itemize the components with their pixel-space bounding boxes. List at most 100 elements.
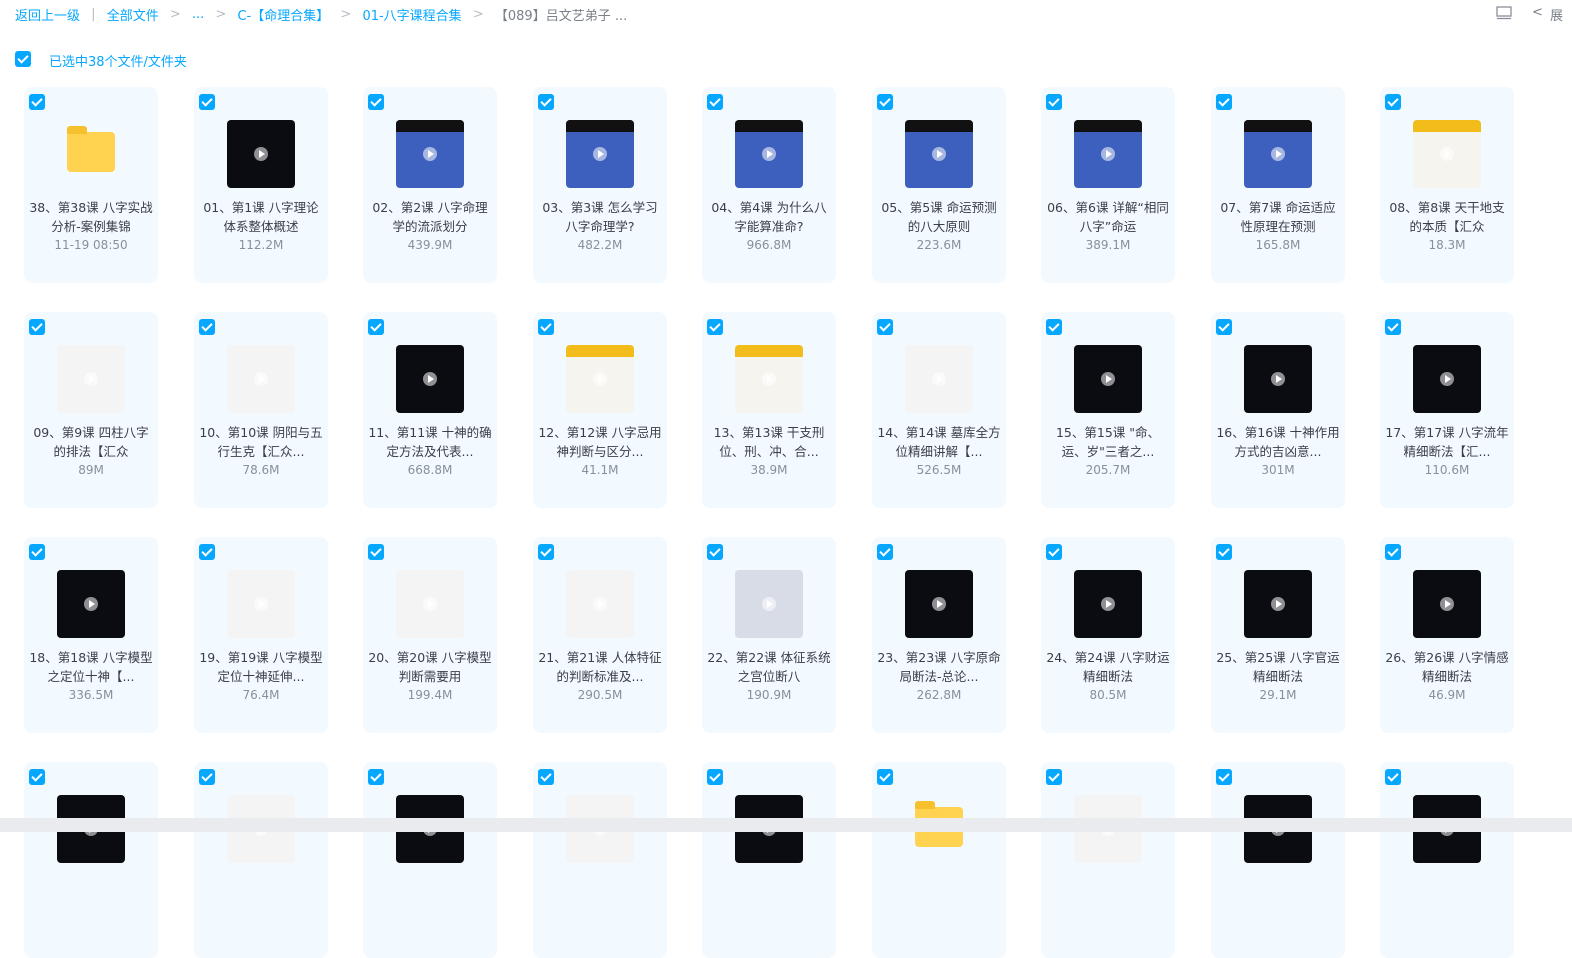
file-checkbox[interactable]	[707, 544, 723, 560]
video-thumbnail[interactable]	[905, 345, 973, 413]
file-card[interactable]: 06、第6课 详解“相同八字”命运 389.1M	[1041, 87, 1175, 283]
file-name[interactable]: 14、第14课 墓库全方位精细讲解【...	[876, 423, 1002, 461]
file-checkbox[interactable]	[707, 319, 723, 335]
file-checkbox[interactable]	[368, 769, 384, 785]
file-name[interactable]: 17、第17课 八字流年精细断法【汇...	[1384, 423, 1510, 461]
file-checkbox[interactable]	[199, 769, 215, 785]
video-thumbnail[interactable]	[1413, 570, 1481, 638]
video-thumbnail[interactable]	[1244, 120, 1312, 188]
video-thumbnail[interactable]	[1074, 345, 1142, 413]
file-card[interactable]: 12、第12课 八字忌用神判断与区分... 41.1M	[533, 312, 667, 508]
file-card[interactable]: 20、第20课 八字模型判断需要用 199.4M	[363, 537, 497, 733]
video-thumbnail[interactable]	[566, 570, 634, 638]
file-name[interactable]: 26、第26课 八字情感精细断法	[1384, 648, 1510, 686]
video-thumbnail[interactable]	[57, 345, 125, 413]
file-card[interactable]	[24, 762, 158, 958]
file-checkbox[interactable]	[1385, 94, 1401, 110]
video-thumbnail[interactable]	[1244, 570, 1312, 638]
file-card[interactable]: 08、第8课 天干地支的本质【汇众 18.3M	[1380, 87, 1514, 283]
file-card[interactable]: 22、第22课 体征系统之宫位断八 190.9M	[702, 537, 836, 733]
file-checkbox[interactable]	[368, 319, 384, 335]
video-thumbnail[interactable]	[1074, 120, 1142, 188]
video-thumbnail[interactable]	[1413, 345, 1481, 413]
file-checkbox[interactable]	[538, 94, 554, 110]
video-thumbnail[interactable]	[227, 345, 295, 413]
file-checkbox[interactable]	[199, 319, 215, 335]
video-thumbnail[interactable]	[57, 570, 125, 638]
file-name[interactable]: 22、第22课 体征系统之宫位断八	[706, 648, 832, 686]
file-checkbox[interactable]	[877, 544, 893, 560]
breadcrumb-ellipsis[interactable]: ...	[192, 7, 204, 22]
file-card[interactable]	[1380, 762, 1514, 958]
file-card[interactable]: 02、第2课 八字命理学的流派划分 439.9M	[363, 87, 497, 283]
file-card[interactable]: 04、第4课 为什么八字能算准命? 966.8M	[702, 87, 836, 283]
file-name[interactable]: 11、第11课 十神的确定方法及代表...	[367, 423, 493, 461]
file-checkbox[interactable]	[29, 769, 45, 785]
video-thumbnail[interactable]	[905, 120, 973, 188]
video-thumbnail[interactable]	[735, 570, 803, 638]
file-card[interactable]	[194, 762, 328, 958]
file-name[interactable]: 10、第10课 阴阳与五行生克【汇众...	[198, 423, 324, 461]
file-card[interactable]: 19、第19课 八字模型定位十神延伸... 76.4M	[194, 537, 328, 733]
file-card[interactable]: 26、第26课 八字情感精细断法 46.9M	[1380, 537, 1514, 733]
file-checkbox[interactable]	[1385, 544, 1401, 560]
file-card[interactable]	[533, 762, 667, 958]
video-thumbnail[interactable]	[396, 570, 464, 638]
file-card[interactable]: 25、第25课 八字官运精细断法 29.1M	[1211, 537, 1345, 733]
file-name[interactable]: 23、第23课 八字原命局断法-总论...	[876, 648, 1002, 686]
breadcrumb-level2[interactable]: 01-八字课程合集	[362, 5, 461, 24]
video-thumbnail[interactable]	[1244, 345, 1312, 413]
breadcrumb-all-files[interactable]: 全部文件	[107, 5, 159, 24]
file-checkbox[interactable]	[1046, 319, 1062, 335]
file-checkbox[interactable]	[1216, 769, 1232, 785]
file-checkbox[interactable]	[1046, 544, 1062, 560]
video-thumbnail[interactable]	[227, 120, 295, 188]
file-checkbox[interactable]	[877, 319, 893, 335]
file-checkbox[interactable]	[538, 769, 554, 785]
video-thumbnail[interactable]	[1413, 120, 1481, 188]
file-checkbox[interactable]	[1216, 544, 1232, 560]
file-card[interactable]: 07、第7课 命运适应性原理在预测 165.8M	[1211, 87, 1345, 283]
file-card[interactable]	[363, 762, 497, 958]
file-name[interactable]: 06、第6课 详解“相同八字”命运	[1045, 198, 1171, 236]
file-card[interactable]: 18、第18课 八字模型之定位十神【... 336.5M	[24, 537, 158, 733]
file-checkbox[interactable]	[368, 544, 384, 560]
expand-panel-label[interactable]: 展	[1550, 5, 1563, 24]
list-view-icon[interactable]	[1496, 6, 1512, 20]
file-checkbox[interactable]	[1046, 94, 1062, 110]
file-checkbox[interactable]	[1046, 769, 1062, 785]
file-checkbox[interactable]	[1216, 319, 1232, 335]
file-checkbox[interactable]	[707, 769, 723, 785]
file-checkbox[interactable]	[199, 544, 215, 560]
file-checkbox[interactable]	[707, 94, 723, 110]
file-card[interactable]: 17、第17课 八字流年精细断法【汇... 110.6M	[1380, 312, 1514, 508]
file-name[interactable]: 02、第2课 八字命理学的流派划分	[367, 198, 493, 236]
video-thumbnail[interactable]	[735, 120, 803, 188]
file-checkbox[interactable]	[877, 94, 893, 110]
video-thumbnail[interactable]	[905, 570, 973, 638]
file-checkbox[interactable]	[1385, 769, 1401, 785]
file-card[interactable]: 16、第16课 十神作用方式的吉凶意... 301M	[1211, 312, 1345, 508]
file-card[interactable]: 01、第1课 八字理论体系整体概述 112.2M	[194, 87, 328, 283]
file-checkbox[interactable]	[29, 544, 45, 560]
video-thumbnail[interactable]	[735, 345, 803, 413]
file-name[interactable]: 03、第3课 怎么学习八字命理学?	[537, 198, 663, 236]
file-name[interactable]: 07、第7课 命运适应性原理在预测	[1215, 198, 1341, 236]
horizontal-scrollbar[interactable]	[0, 818, 1572, 832]
file-card[interactable]: 21、第21课 人体特征的判断标准及... 290.5M	[533, 537, 667, 733]
file-card[interactable]: 11、第11课 十神的确定方法及代表... 668.8M	[363, 312, 497, 508]
file-name[interactable]: 12、第12课 八字忌用神判断与区分...	[537, 423, 663, 461]
back-link[interactable]: 返回上一级	[15, 5, 80, 24]
file-card[interactable]: 23、第23课 八字原命局断法-总论... 262.8M	[872, 537, 1006, 733]
file-name[interactable]: 13、第13课 干支刑位、刑、冲、合...	[706, 423, 832, 461]
file-checkbox[interactable]	[877, 769, 893, 785]
file-name[interactable]: 08、第8课 天干地支的本质【汇众	[1384, 198, 1510, 236]
file-card[interactable]: 13、第13课 干支刑位、刑、冲、合... 38.9M	[702, 312, 836, 508]
video-thumbnail[interactable]	[396, 345, 464, 413]
file-card[interactable]	[872, 762, 1006, 958]
file-card[interactable]: 15、第15课 "命、运、岁"三者之... 205.7M	[1041, 312, 1175, 508]
file-name[interactable]: 01、第1课 八字理论体系整体概述	[198, 198, 324, 236]
video-thumbnail[interactable]	[566, 345, 634, 413]
video-thumbnail[interactable]	[1074, 570, 1142, 638]
file-checkbox[interactable]	[538, 319, 554, 335]
